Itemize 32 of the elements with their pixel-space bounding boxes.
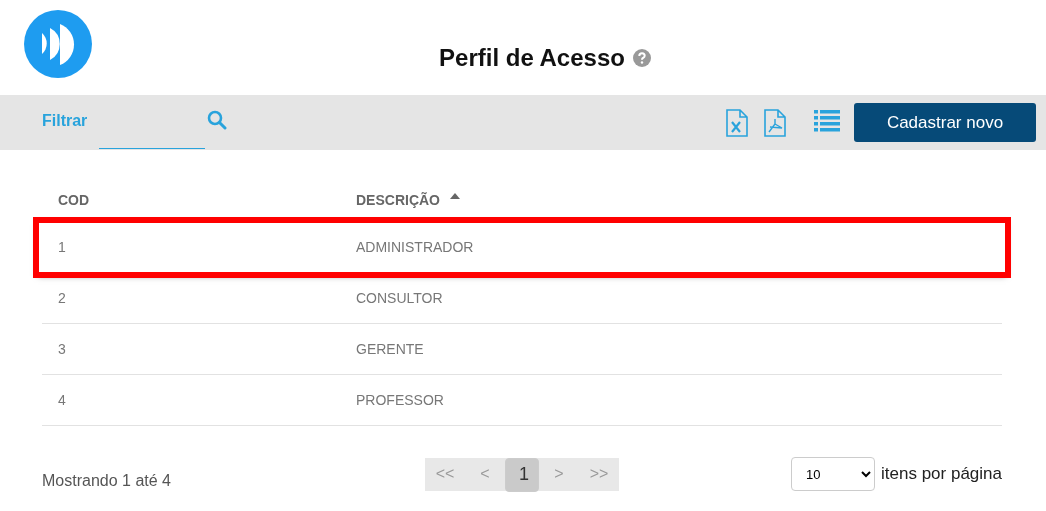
filter-label: Filtrar xyxy=(42,111,88,130)
results-summary: Mostrando 1 até 4 xyxy=(42,472,172,490)
table-row[interactable]: 1 ADMINISTRADOR xyxy=(38,222,1006,273)
pagination-button[interactable]: < xyxy=(465,457,505,491)
table-cell-text: 3 xyxy=(57,341,67,357)
table-row[interactable]: 2 CONSULTOR xyxy=(42,273,1002,324)
page-size-label: itens por página xyxy=(881,464,1002,484)
table-cell-text: 1 xyxy=(57,239,67,255)
table-cell-text: 4 xyxy=(57,392,67,408)
page-title: Perfil de Acesso xyxy=(439,43,625,72)
table-cell-text: PROFESSOR xyxy=(355,392,445,408)
column-header[interactable]: DESCRIÇÃO xyxy=(356,192,440,208)
list-view-icon[interactable] xyxy=(814,109,840,132)
table-cell-text: CONSULTOR xyxy=(355,290,444,306)
page-size-select[interactable]: 10 xyxy=(791,457,875,491)
table-cell-text: GERENTE xyxy=(355,341,425,357)
sort-ascending-icon[interactable] xyxy=(450,193,460,199)
table-row[interactable]: 4 PROFESSOR xyxy=(42,375,1002,426)
table-cell-text: 2 xyxy=(57,290,67,306)
table-row[interactable]: 3 GERENTE xyxy=(42,324,1002,375)
excel-file-icon[interactable] xyxy=(726,108,748,137)
table-cell-text: ADMINISTRADOR xyxy=(355,239,475,255)
create-new-button[interactable]: Cadastrar novo xyxy=(854,103,1036,142)
search-icon[interactable] xyxy=(207,109,228,130)
help-icon[interactable] xyxy=(632,48,651,67)
pagination-button[interactable]: 1 xyxy=(505,457,539,492)
logo-icon xyxy=(24,10,92,78)
column-header[interactable]: COD xyxy=(58,192,90,208)
pagination-button[interactable]: > xyxy=(539,457,579,491)
pagination-button[interactable]: >> xyxy=(579,457,619,491)
pagination-button[interactable]: << xyxy=(425,457,465,491)
pdf-file-icon[interactable] xyxy=(764,108,786,137)
